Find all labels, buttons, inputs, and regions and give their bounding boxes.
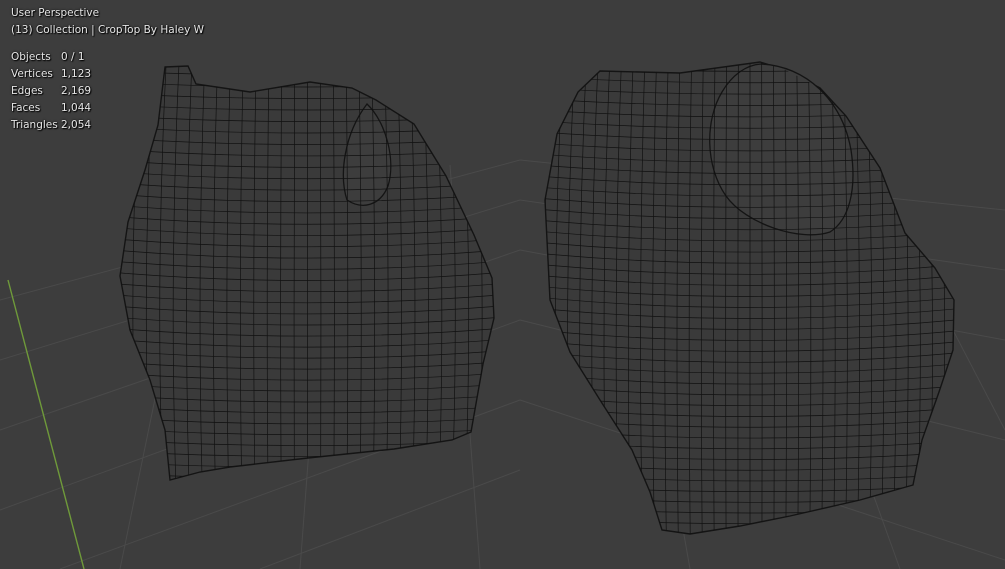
wire-edge-col — [531, 55, 540, 540]
wire-edge-row — [540, 55, 960, 60]
wire-edge-col — [106, 60, 115, 485]
wire-edge-row — [115, 60, 500, 64]
y-axis-line — [7, 279, 85, 569]
wire-edge-row — [115, 485, 500, 489]
wire-edge-col — [737, 62, 739, 534]
wire-edge-col — [960, 55, 969, 540]
wire-edge-col — [761, 62, 763, 534]
mesh-croptop-front[interactable] — [106, 60, 509, 489]
viewport-scene[interactable] — [0, 0, 1005, 569]
grid-line — [259, 469, 521, 569]
wire-edge-row — [545, 528, 954, 534]
wire-edge-row — [540, 540, 960, 545]
wire-edge-col — [500, 60, 509, 485]
mesh-croptop-side[interactable] — [531, 55, 969, 545]
3d-viewport[interactable]: User Perspective (13) Collection | CropT… — [0, 0, 1005, 569]
